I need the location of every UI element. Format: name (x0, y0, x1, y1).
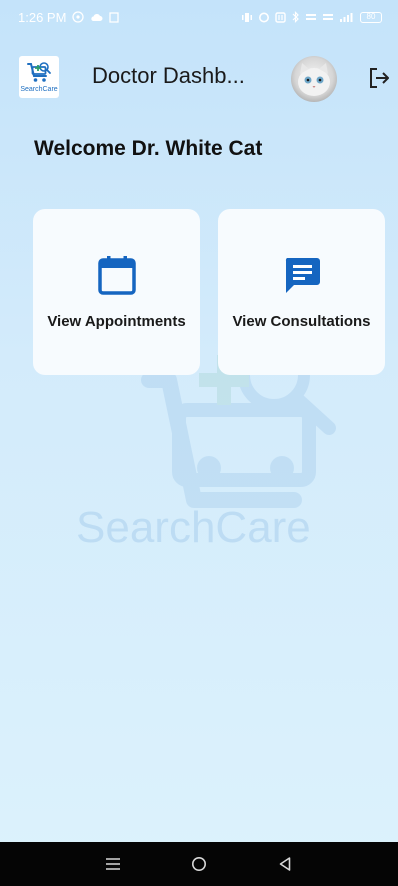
back-button[interactable] (270, 849, 300, 879)
back-triangle-icon (279, 857, 291, 871)
status-time: 1:26 PM (18, 9, 67, 25)
logout-icon (370, 68, 389, 88)
avatar[interactable] (291, 56, 337, 102)
home-button[interactable] (184, 849, 214, 879)
status-left: 1:26 PM (18, 9, 120, 25)
card-icon-wrapper (283, 255, 321, 295)
status-bar: 1:26 PM 80 (0, 0, 398, 34)
menu-icon (106, 858, 120, 870)
cat-avatar-image (298, 63, 330, 96)
screen: 1:26 PM 80 SearchCare SearchCare Doctor … (0, 0, 398, 886)
view-consultations-label: View Consultations (232, 313, 371, 330)
calendar-icon (97, 256, 136, 295)
bluetooth-icon (291, 11, 300, 23)
home-circle-icon (192, 857, 206, 871)
volte-icon (322, 12, 334, 23)
welcome-heading: Welcome Dr. White Cat (34, 137, 263, 160)
cart-logo-icon (27, 62, 51, 82)
whatsapp-icon (72, 11, 85, 23)
signal-icon (339, 12, 355, 23)
logout-button[interactable] (368, 66, 390, 90)
cloud-icon (90, 13, 103, 22)
page-title: Doctor Dashb... (92, 63, 245, 88)
view-appointments-label: View Appointments (47, 313, 186, 330)
view-appointments-card[interactable]: View Appointments (33, 209, 200, 375)
message-icon (285, 258, 320, 293)
alarm-icon (258, 11, 270, 23)
nfc-icon (275, 11, 286, 23)
data-speed-icon (305, 12, 317, 23)
image-icon (109, 11, 120, 23)
system-nav-bar (0, 842, 398, 886)
watermark-text: SearchCare (76, 503, 311, 552)
vibrate-icon (241, 12, 253, 23)
battery-icon: 80 (360, 11, 382, 23)
status-right: 80 (241, 11, 382, 23)
menu-button[interactable] (98, 849, 128, 879)
card-icon-wrapper (97, 255, 136, 295)
view-consultations-card[interactable]: View Consultations (218, 209, 385, 375)
app-logo-text: SearchCare (20, 86, 58, 93)
app-bar: SearchCare Doctor Dashb... (0, 52, 398, 108)
app-logo: SearchCare (19, 56, 59, 98)
